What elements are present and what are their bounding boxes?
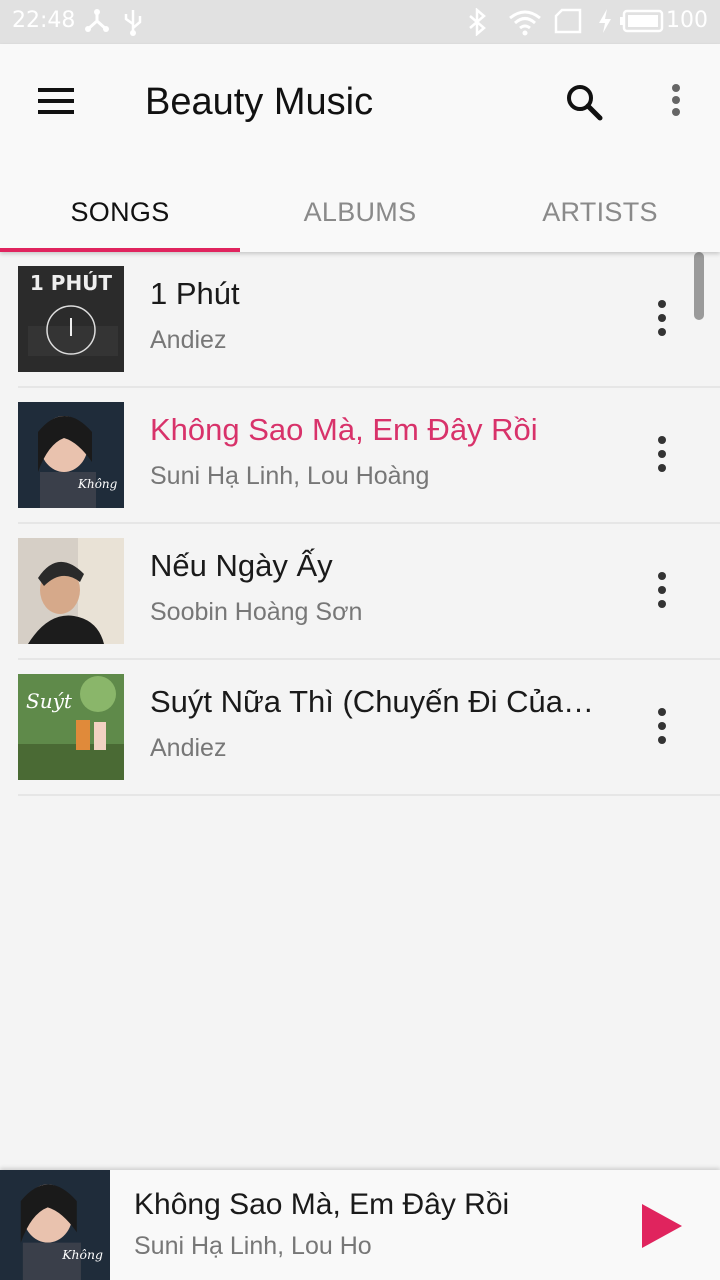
song-row[interactable]: 1 PHÚT 1 Phút Andiez [0,252,720,388]
song-artist: Andiez [150,734,227,762]
search-icon [567,85,603,121]
play-button[interactable] [636,1202,686,1250]
more-vertical-icon [658,300,666,336]
song-artist: Andiez [150,326,227,354]
scrollbar[interactable] [694,252,704,320]
share-icon [85,9,109,32]
sim-icon [554,8,582,34]
overflow-menu-button[interactable] [656,78,696,134]
album-art: Không [18,402,124,508]
song-title: Nếu Ngày Ấy [150,548,333,583]
song-more-button[interactable] [644,296,680,344]
tab-artists[interactable]: ARTISTS [480,172,720,252]
tab-albums[interactable]: ALBUMS [240,172,480,252]
status-bar: 22:48 100 [0,0,720,44]
divider [18,794,720,796]
app-title: Beauty Music [145,81,374,123]
song-title: Không Sao Mà, Em Đây Rồi [150,412,538,447]
svg-text:1 PHÚT: 1 PHÚT [30,271,113,295]
song-artist: Soobin Hoàng Sơn [150,598,363,626]
now-playing-album-art: Không [0,1170,110,1280]
play-icon [642,1204,682,1248]
album-art: 1 PHÚT [18,266,124,372]
usb-icon [124,10,142,36]
svg-text:Suýt: Suýt [26,689,73,713]
song-row[interactable]: Nếu Ngày Ấy Soobin Hoàng Sơn [0,524,720,660]
tab-bar: SONGS ALBUMS ARTISTS [0,172,720,252]
now-playing-bar[interactable]: Không Không Sao Mà, Em Đây Rồi Suni Hạ L… [0,1170,720,1280]
more-vertical-icon [658,436,666,472]
song-row[interactable]: Suýt Suýt Nữa Thì (Chuyến Đi Của … Andie… [0,660,720,796]
song-title: 1 Phút [150,276,240,311]
tab-songs[interactable]: SONGS [0,172,240,252]
charging-icon [599,9,611,33]
tab-indicator [0,248,240,252]
app-bar: Beauty Music SONGS ALBUMS ARTISTS [0,44,720,252]
song-title: Suýt Nữa Thì (Chuyến Đi Của … [150,684,600,719]
svg-text:Không: Không [61,1247,103,1262]
more-vertical-icon [658,708,666,744]
album-art [18,538,124,644]
album-art: Suýt [18,674,124,780]
song-more-button[interactable] [644,568,680,616]
now-playing-title: Không Sao Mà, Em Đây Rồi [134,1188,510,1221]
song-artist: Suni Hạ Linh, Lou Hoàng [150,462,430,490]
song-more-button[interactable] [644,704,680,752]
song-more-button[interactable] [644,432,680,480]
bluetooth-icon [469,8,486,36]
more-vertical-icon [672,84,680,116]
song-list[interactable]: 1 PHÚT 1 Phút Andiez Không Không Sao Mà,… [0,252,720,796]
song-row[interactable]: Không Không Sao Mà, Em Đây Rồi Suni Hạ L… [0,388,720,524]
hamburger-menu-icon [38,88,74,114]
svg-text:Không: Không [77,477,118,491]
battery-icon [620,9,664,33]
battery-level: 100 [666,8,708,33]
status-time: 22:48 [12,8,76,33]
search-button[interactable] [556,76,612,132]
wifi-icon [509,10,541,36]
now-playing-artist: Suni Hạ Linh, Lou Ho [134,1232,372,1260]
menu-button[interactable] [28,80,84,124]
more-vertical-icon [658,572,666,608]
